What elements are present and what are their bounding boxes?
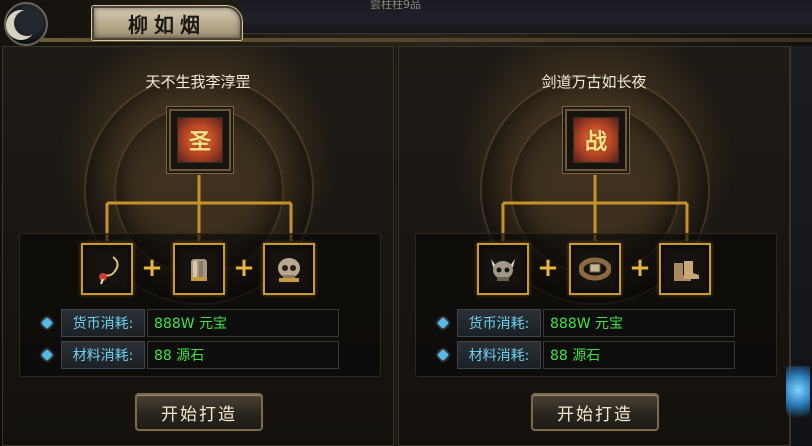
forge-panel-1: 天不生我李淳罡 圣 + + 货币消耗: 888W 元宝 材料消耗: 88 源石 … bbox=[2, 46, 394, 446]
material-cost-label: 材料消耗: bbox=[457, 341, 541, 369]
saint-scroll-icon: 圣 bbox=[177, 117, 223, 163]
material-slot-1[interactable] bbox=[477, 243, 529, 295]
currency-cost-row: 货币消耗: 888W 元宝 bbox=[41, 309, 343, 337]
material-cost-value: 88 源石 bbox=[543, 341, 735, 369]
plus-sign: + bbox=[233, 253, 255, 283]
blue-flame-icon bbox=[786, 366, 810, 426]
material-slot-3[interactable] bbox=[659, 243, 711, 295]
forge-panel-2: 剑道万古如长夜 战 + + 货币消耗: 888W 元宝 材料消耗: 88 源石 … bbox=[398, 46, 790, 446]
material-slot-1[interactable] bbox=[81, 243, 133, 295]
gauntlet-icon bbox=[183, 253, 215, 285]
diamond-bullet-icon bbox=[437, 317, 449, 329]
horned-helmet-icon bbox=[487, 253, 519, 285]
tassel-pendant-icon bbox=[91, 253, 123, 285]
result-item-glyph: 圣 bbox=[188, 129, 211, 155]
belt-icon bbox=[579, 253, 611, 285]
currency-cost-label: 货币消耗: bbox=[61, 309, 145, 337]
diamond-bullet-icon bbox=[437, 349, 449, 361]
diamond-bullet-icon bbox=[41, 349, 53, 361]
window-title: 柳如烟 bbox=[128, 12, 206, 37]
currency-cost-label: 货币消耗: bbox=[457, 309, 541, 337]
forge-window: 尝柱柱9品 柳如烟 天不生我李淳罡 圣 + + 货币消耗: 888W 元宝 材料… bbox=[0, 0, 812, 446]
currency-cost-value: 888W 元宝 bbox=[147, 309, 339, 337]
material-slot-3[interactable] bbox=[263, 243, 315, 295]
material-cost-value: 88 源石 bbox=[147, 341, 339, 369]
result-item-glyph: 战 bbox=[584, 129, 607, 155]
plus-sign: + bbox=[629, 253, 651, 283]
result-item-slot[interactable]: 圣 bbox=[169, 109, 231, 171]
material-cost-label: 材料消耗: bbox=[61, 341, 145, 369]
war-scroll-icon: 战 bbox=[573, 117, 619, 163]
material-slot-2[interactable] bbox=[569, 243, 621, 295]
top-ghost-text: 尝柱柱9品 bbox=[370, 0, 421, 11]
result-item-slot[interactable]: 战 bbox=[565, 109, 627, 171]
start-forge-button[interactable]: 开始打造 bbox=[531, 393, 659, 431]
plus-sign: + bbox=[141, 253, 163, 283]
start-forge-button[interactable]: 开始打造 bbox=[135, 393, 263, 431]
boots-icon bbox=[669, 253, 701, 285]
material-slot-2[interactable] bbox=[173, 243, 225, 295]
material-cost-row: 材料消耗: 88 源石 bbox=[41, 341, 343, 369]
skull-helmet-icon bbox=[273, 253, 305, 285]
top-scenery-strip: 尝柱柱9品 bbox=[240, 0, 812, 34]
currency-cost-value: 888W 元宝 bbox=[543, 309, 735, 337]
diamond-bullet-icon bbox=[41, 317, 53, 329]
plus-sign: + bbox=[537, 253, 559, 283]
currency-cost-row: 货币消耗: 888W 元宝 bbox=[437, 309, 739, 337]
title-plate: 柳如烟 bbox=[92, 6, 242, 40]
material-cost-row: 材料消耗: 88 源石 bbox=[437, 341, 739, 369]
